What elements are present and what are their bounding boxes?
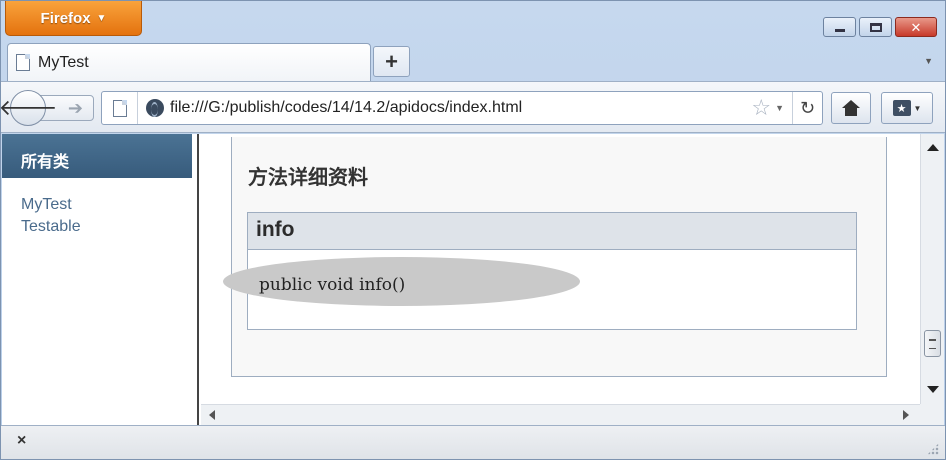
home-button[interactable] (831, 92, 871, 124)
navigation-toolbar: ➔ 🡐 file:///G:/publish/codes/14/14.2/api… (0, 81, 945, 133)
firefox-menu-button[interactable]: Firefox ▼ (5, 1, 142, 36)
globe-icon (146, 99, 164, 117)
bookmark-star-icon[interactable]: ☆ (751, 95, 771, 121)
new-tab-button[interactable]: + (373, 46, 410, 77)
reload-icon: ↻ (799, 97, 816, 118)
method-block: info public void info() (223, 212, 857, 330)
scroll-left-icon[interactable] (209, 410, 215, 420)
class-link-mytest[interactable]: MyTest (21, 194, 197, 216)
addon-bar: × (1, 425, 945, 459)
page-viewport: 所有类 MyTest Testable 方法详细资料 info public v… (2, 134, 944, 425)
browser-window: Firefox ▼ ✕ MyTest + ▼ ➔ 🡐 file:///G:/pu… (0, 0, 946, 460)
close-icon: ✕ (910, 19, 922, 35)
plus-icon: + (385, 48, 398, 74)
class-detail-frame: 方法详细资料 info public void info() (201, 134, 920, 404)
scroll-up-icon[interactable] (927, 144, 939, 151)
bookmarks-icon: ★ (892, 100, 911, 116)
window-controls: ✕ (823, 17, 937, 37)
chevron-down-icon: ▼ (913, 103, 922, 113)
close-addon-bar-icon[interactable]: × (17, 432, 26, 450)
method-detail-section: 方法详细资料 info public void info() (223, 137, 887, 377)
method-name-heading: info (248, 213, 856, 250)
back-button[interactable]: 🡐 (0, 90, 58, 126)
url-bar[interactable]: file:///G:/publish/codes/14/14.2/apidocs… (101, 91, 823, 125)
document-icon (112, 99, 127, 117)
back-arrow-icon: 🡐 (0, 95, 58, 120)
horizontal-scrollbar[interactable] (201, 404, 920, 425)
chevron-down-icon: ▼ (96, 12, 107, 24)
history-dropdown-icon[interactable]: ▼ (775, 103, 784, 113)
scroll-down-icon[interactable] (927, 386, 939, 393)
resize-grip-icon[interactable] (927, 443, 939, 455)
tab-title: MyTest (38, 53, 89, 71)
maximize-icon (869, 22, 882, 32)
document-icon (16, 54, 30, 71)
back-forward-group: ➔ 🡐 (0, 90, 94, 126)
section-title: 方法详细资料 (248, 165, 368, 189)
bookmarks-menu-button[interactable]: ★ ▼ (881, 92, 933, 124)
class-list-frame: 所有类 MyTest Testable (2, 134, 199, 425)
minimize-icon (834, 28, 845, 32)
tab-list-dropdown-icon[interactable]: ▼ (924, 56, 933, 66)
method-signature: public void info() (259, 275, 406, 295)
scrollbar-corner (920, 404, 944, 425)
maximize-button[interactable] (859, 17, 892, 37)
close-window-button[interactable]: ✕ (895, 17, 937, 37)
reload-button[interactable]: ↻ (792, 92, 822, 124)
home-icon (842, 100, 860, 116)
scroll-right-icon[interactable] (903, 410, 909, 420)
class-link-testable[interactable]: Testable (21, 216, 197, 238)
url-input[interactable]: file:///G:/publish/codes/14/14.2/apidocs… (170, 99, 751, 117)
all-classes-header: 所有类 (2, 134, 192, 178)
tab-mytest[interactable]: MyTest (7, 43, 371, 81)
page-identity-button[interactable] (102, 92, 138, 124)
forward-arrow-icon: ➔ (67, 97, 83, 118)
minimize-button[interactable] (823, 17, 856, 37)
vertical-scrollbar[interactable] (920, 134, 944, 404)
scroll-thumb[interactable] (924, 330, 941, 357)
firefox-menu-label: Firefox (40, 9, 91, 27)
